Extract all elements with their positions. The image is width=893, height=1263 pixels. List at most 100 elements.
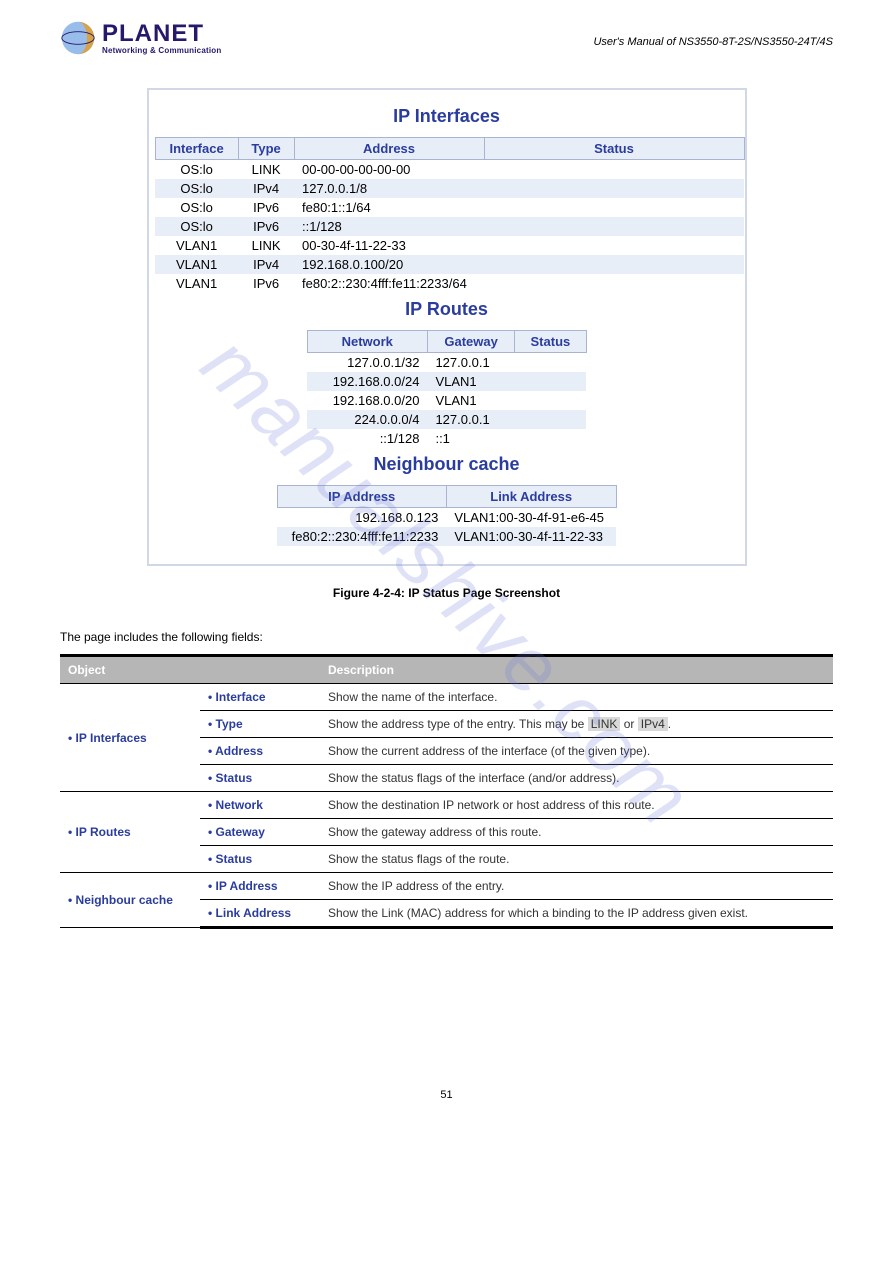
cell-address: fe80:1::1/64 [294,198,484,217]
cell-subobject: • Address [200,738,320,765]
cell-network: 192.168.0.0/20 [307,391,427,410]
cell-description: Show the status flags of the interface (… [320,765,833,792]
cell-description: Show the destination IP network or host … [320,792,833,819]
cell-description: Show the IP address of the entry. [320,873,833,900]
cell-type: LINK [238,236,294,255]
table-row: VLAN1IPv4192.168.0.100/20 [155,255,744,274]
cell-interface: OS:lo [155,198,238,217]
cell-type: IPv4 [238,179,294,198]
brand-title: PLANET [102,22,221,46]
cell-status [484,255,744,274]
cell-gateway: 127.0.0.1 [427,353,514,373]
cell-interface: VLAN1 [155,274,238,293]
cell-gateway: 127.0.0.1 [427,410,514,429]
cell-interface: VLAN1 [155,255,238,274]
table-row: OS:loLINK00-00-00-00-00-00 [155,160,744,180]
cell-ip: 192.168.0.123 [277,508,446,528]
table-row: • IP Interfaces• InterfaceShow the name … [60,684,833,711]
table-row: OS:loIPv4127.0.0.1/8 [155,179,744,198]
cell-network: ::1/128 [307,429,427,448]
table-row: VLAN1IPv6fe80:2::230:4fff:fe11:2233/64 [155,274,744,293]
th-linkaddr: Link Address [446,486,616,508]
cell-network: 192.168.0.0/24 [307,372,427,391]
cell-object: • IP Routes [60,792,200,873]
table-row: OS:loIPv6::1/128 [155,217,744,236]
cell-status [484,160,744,180]
description-table: Object Description • IP Interfaces• Inte… [60,654,833,929]
cell-interface: VLAN1 [155,236,238,255]
cell-rstatus [515,353,586,373]
cell-subobject: • IP Address [200,873,320,900]
cell-description: Show the current address of the interfac… [320,738,833,765]
cell-status [484,198,744,217]
cell-type: IPv6 [238,217,294,236]
cell-subobject: • Status [200,846,320,873]
th-gateway: Gateway [427,331,514,353]
neighbour-cache-title: Neighbour cache [155,454,739,475]
cell-object: • IP Interfaces [60,684,200,792]
cell-subobject: • Gateway [200,819,320,846]
planet-logo-icon [60,20,96,56]
th-address: Address [294,138,484,160]
ip-interfaces-table: Interface Type Address Status OS:loLINK0… [155,137,745,293]
cell-gateway: VLAN1 [427,391,514,410]
cell-network: 224.0.0.0/4 [307,410,427,429]
cell-network: 127.0.0.1/32 [307,353,427,373]
cell-rstatus [515,372,586,391]
dh-object: Object [60,656,200,684]
page-number: 51 [60,1089,833,1101]
cell-subobject: • Status [200,765,320,792]
cell-subobject: • Type [200,711,320,738]
screenshot-panel: IP Interfaces Interface Type Address Sta… [147,88,747,566]
cell-type: LINK [238,160,294,180]
cell-interface: OS:lo [155,160,238,180]
cell-link: VLAN1:00-30-4f-91-e6-45 [446,508,616,528]
cell-rstatus [515,429,586,448]
cell-rstatus [515,391,586,410]
cell-status [484,179,744,198]
cell-interface: OS:lo [155,179,238,198]
table-row: • IP Routes• NetworkShow the destination… [60,792,833,819]
table-row: • Neighbour cache• IP AddressShow the IP… [60,873,833,900]
table-row: fe80:2::230:4fff:fe11:2233VLAN1:00-30-4f… [277,527,616,546]
ip-routes-table: Network Gateway Status 127.0.0.1/32127.0… [307,330,587,448]
cell-subobject: • Network [200,792,320,819]
cell-link: VLAN1:00-30-4f-11-22-33 [446,527,616,546]
cell-address: 192.168.0.100/20 [294,255,484,274]
th-ipaddr: IP Address [277,486,446,508]
cell-gateway: VLAN1 [427,372,514,391]
figure-caption: Figure 4-2-4: IP Status Page Screenshot [60,586,833,600]
table-row: 192.168.0.123VLAN1:00-30-4f-91-e6-45 [277,508,616,528]
cell-description: Show the Link (MAC) address for which a … [320,900,833,928]
th-rstatus: Status [515,331,586,353]
cell-description: Show the gateway address of this route. [320,819,833,846]
cell-description: Show the address type of the entry. This… [320,711,833,738]
brand-subtitle: Networking & Communication [102,47,221,55]
cell-rstatus [515,410,586,429]
brand-text: PLANET Networking & Communication [102,22,221,55]
cell-status [484,217,744,236]
table-row: ::1/128::1 [307,429,586,448]
cell-interface: OS:lo [155,217,238,236]
neighbour-cache-table: IP Address Link Address 192.168.0.123VLA… [277,485,617,546]
cell-subobject: • Interface [200,684,320,711]
cell-address: 00-00-00-00-00-00 [294,160,484,180]
table-row: OS:loIPv6fe80:1::1/64 [155,198,744,217]
table-row: 192.168.0.0/20VLAN1 [307,391,586,410]
dh-blank [200,656,320,684]
dh-description: Description [320,656,833,684]
th-network: Network [307,331,427,353]
th-interface: Interface [155,138,238,160]
cell-gateway: ::1 [427,429,514,448]
th-type: Type [238,138,294,160]
cell-object: • Neighbour cache [60,873,200,928]
cell-type: IPv4 [238,255,294,274]
cell-description: Show the status flags of the route. [320,846,833,873]
ip-routes-title: IP Routes [155,299,739,320]
cell-subobject: • Link Address [200,900,320,928]
ip-interfaces-title: IP Interfaces [155,106,739,127]
cell-address: ::1/128 [294,217,484,236]
cell-description: Show the name of the interface. [320,684,833,711]
cell-status [484,236,744,255]
cell-ip: fe80:2::230:4fff:fe11:2233 [277,527,446,546]
